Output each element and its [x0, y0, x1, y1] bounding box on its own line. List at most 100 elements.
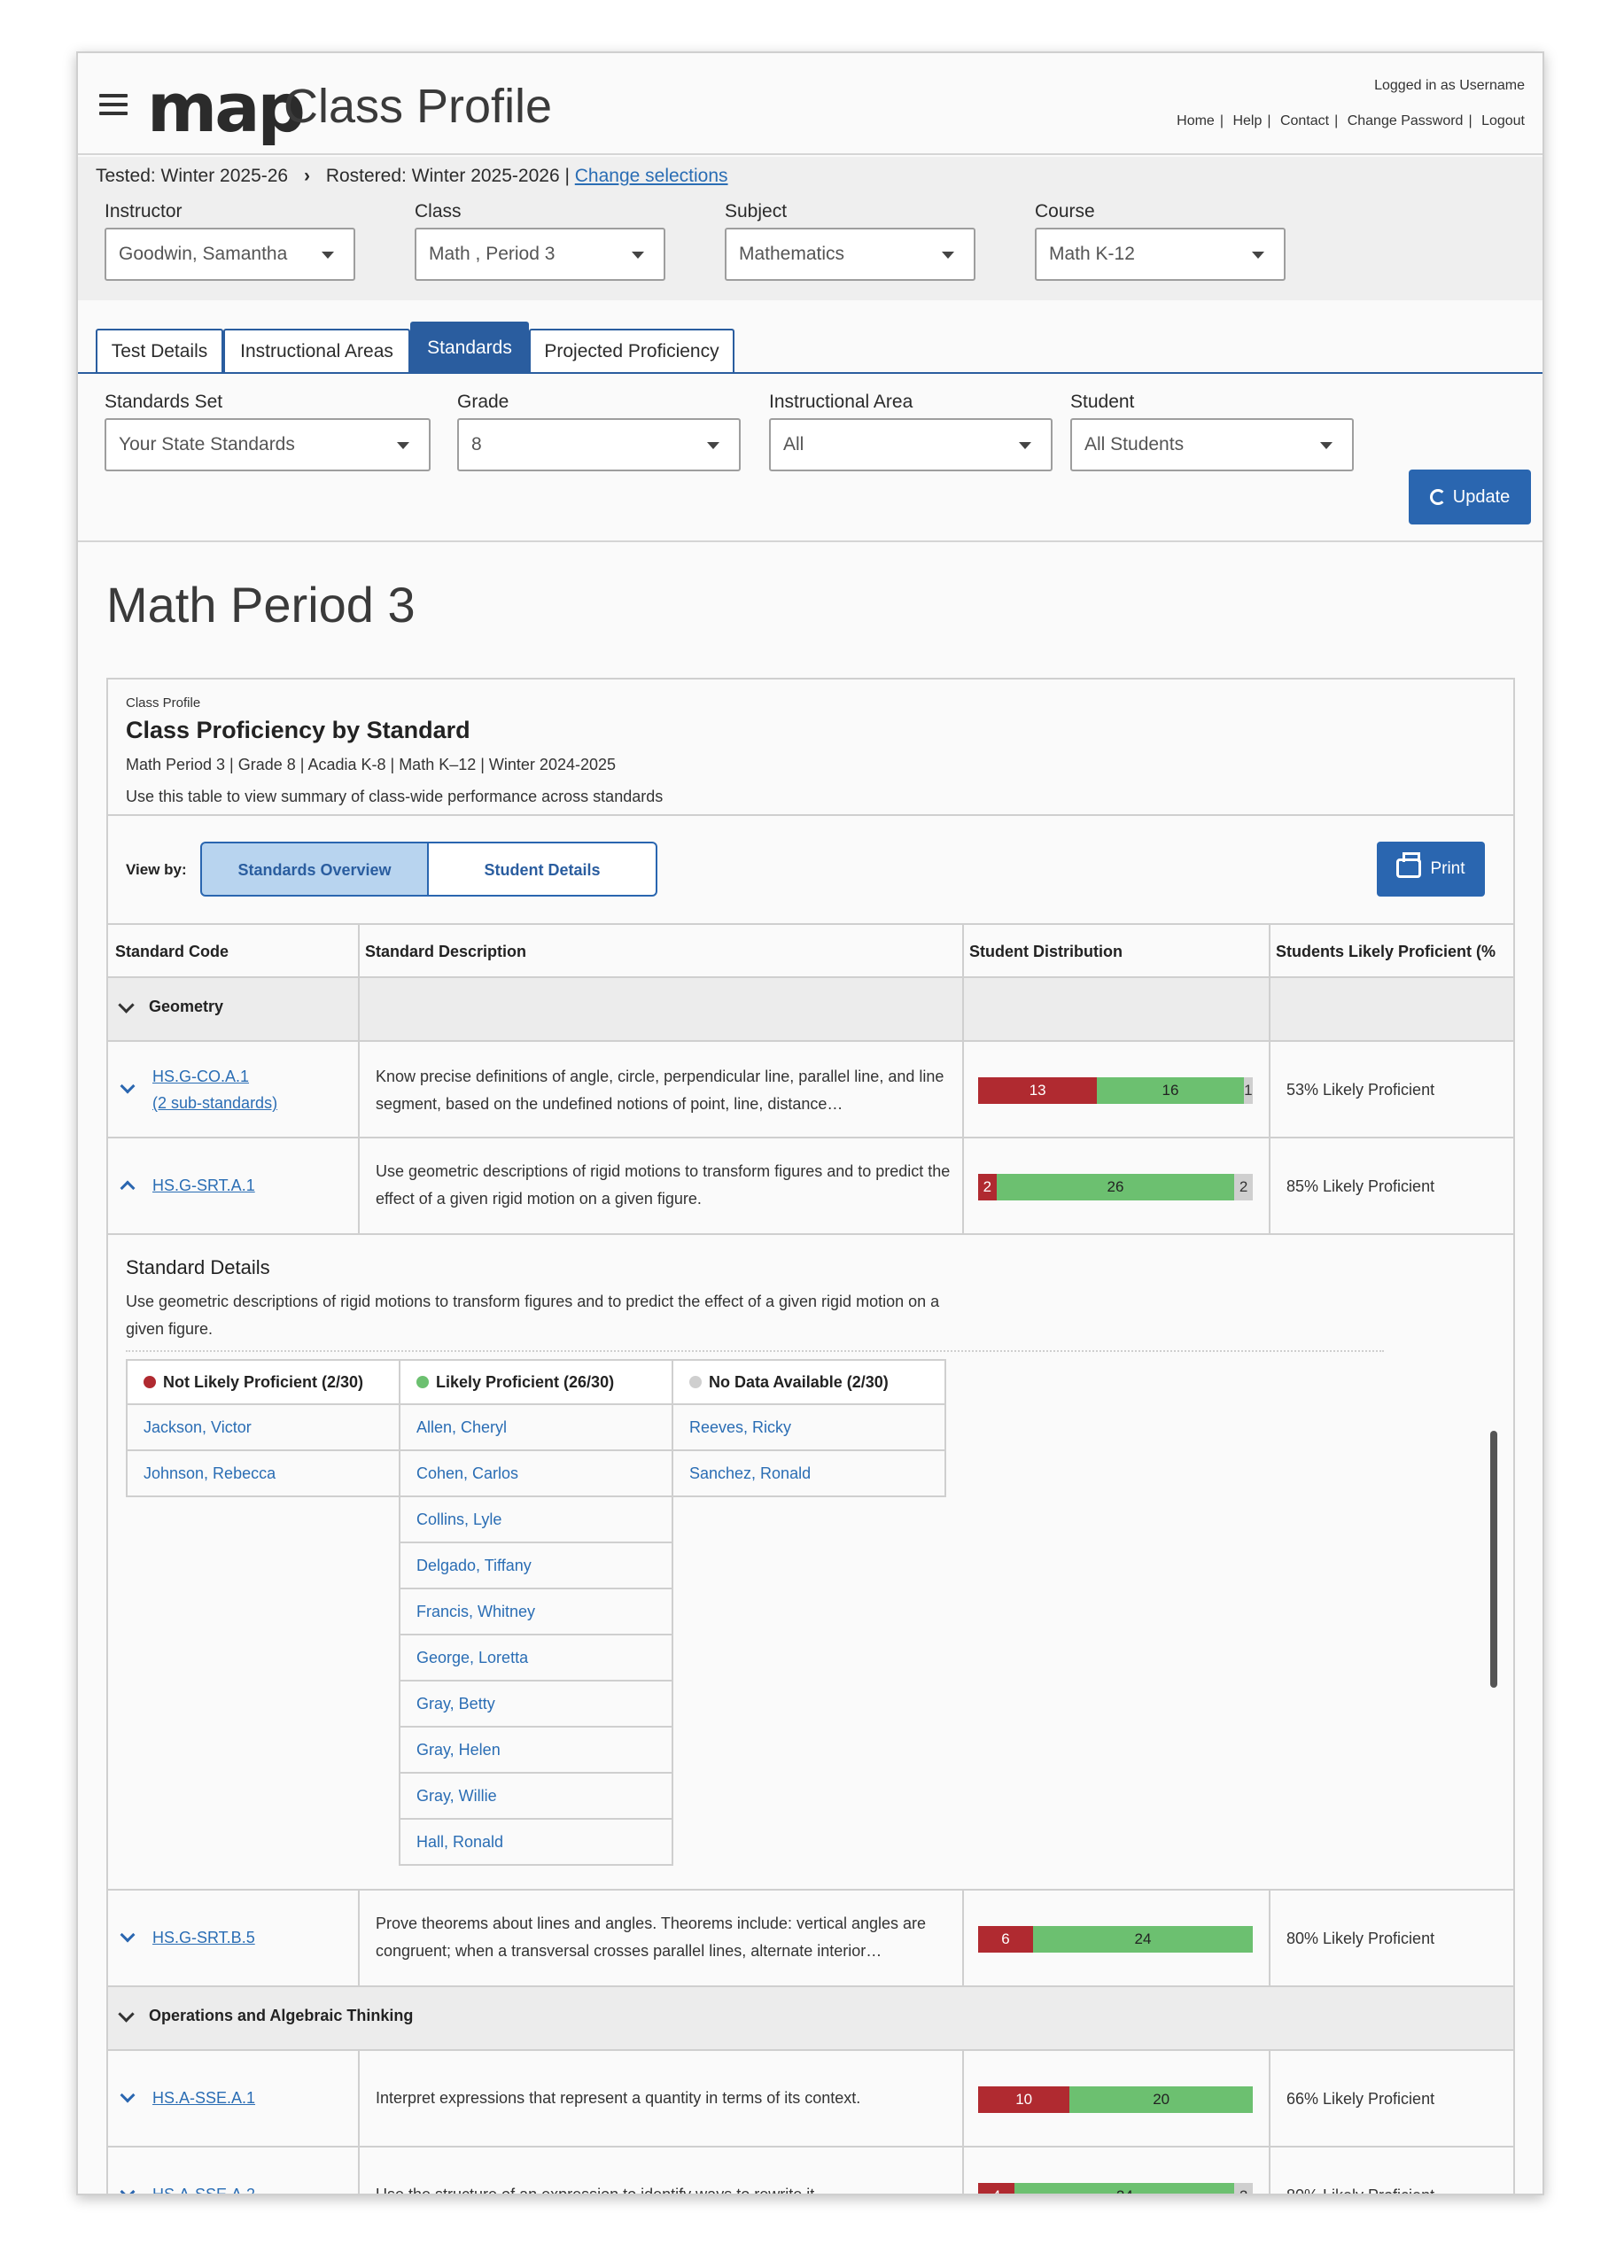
chevron-down-icon[interactable]	[120, 1927, 136, 1943]
instructional-area-label: Instructional Area	[769, 392, 913, 412]
refresh-icon	[1429, 489, 1446, 505]
likely-segment: 16	[1097, 1077, 1244, 1104]
link-change-password[interactable]: Change Password	[1348, 113, 1464, 128]
standard-description: Use the structure of an expression to id…	[376, 2186, 820, 2195]
chevron-right-icon: ›	[303, 166, 310, 186]
table-row: HS.G-SRT.A.1 Use geometric descriptions …	[108, 1138, 1513, 1235]
change-selections-link[interactable]: Change selections	[575, 166, 728, 186]
class-value: Math , Period 3	[429, 244, 556, 264]
link-help[interactable]: Help	[1232, 113, 1262, 128]
link-home[interactable]: Home	[1177, 113, 1215, 128]
student-link[interactable]: Johnson, Rebecca	[126, 1451, 400, 1497]
student-link[interactable]: Jackson, Victor	[126, 1405, 400, 1451]
not-likely-segment: 13	[978, 1077, 1098, 1104]
map-logo: map	[147, 68, 306, 147]
group-geometry[interactable]: Geometry	[108, 978, 1513, 1042]
student-link[interactable]: Sanchez, Ronald	[672, 1451, 946, 1497]
view-student-details-button[interactable]: Student Details	[429, 842, 657, 897]
student-link[interactable]: Gray, Betty	[399, 1682, 673, 1728]
sub-standards-link[interactable]: (2 sub-standards)	[152, 1094, 277, 1112]
student-link[interactable]: Reeves, Ricky	[672, 1405, 946, 1451]
likely-column: Likely Proficient (26/30) Allen, Cheryl …	[399, 1359, 673, 1866]
standards-set-value: Your State Standards	[119, 434, 295, 454]
student-link[interactable]: Allen, Cheryl	[399, 1405, 673, 1451]
red-dot-icon	[144, 1376, 156, 1388]
report-subtitle: Math Period 3 | Grade 8 | Acadia K-8 | M…	[126, 756, 617, 773]
column-divider	[962, 2051, 964, 2194]
view-by-label: View by:	[126, 861, 187, 878]
tab-instructional-areas[interactable]: Instructional Areas	[223, 329, 410, 373]
student-link[interactable]: Hall, Ronald	[399, 1820, 673, 1866]
no-data-segment: 2	[1234, 1174, 1253, 1200]
standards-set-field: Standards Set Your State Standards	[105, 392, 431, 471]
no-data-header: No Data Available (2/30)	[672, 1359, 946, 1405]
student-select[interactable]: All Students	[1070, 418, 1354, 471]
hamburger-menu-icon[interactable]	[99, 94, 128, 115]
link-logout[interactable]: Logout	[1481, 113, 1525, 128]
page-title: Math Period 3	[106, 577, 416, 633]
instructional-area-select[interactable]: All	[769, 418, 1053, 471]
scrollbar-thumb[interactable]	[1490, 1431, 1497, 1688]
print-button[interactable]: Print	[1377, 842, 1485, 897]
grey-dot-icon	[689, 1376, 702, 1388]
column-divider	[962, 923, 964, 1235]
student-link[interactable]: Francis, Whitney	[399, 1589, 673, 1635]
standard-code-link[interactable]: HS.A-SSE.A.1	[152, 2085, 255, 2111]
report-description: Use this table to view summary of class-…	[126, 788, 664, 805]
no-data-segment: 1	[1243, 1077, 1253, 1104]
not-likely-segment: 4	[978, 2183, 1015, 2194]
standard-code: HS.G-CO.A.1	[152, 1068, 250, 1085]
table-row: HS.A-SSE.A.2 Use the structure of an exp…	[108, 2148, 1513, 2195]
course-value: Math K-12	[1049, 244, 1135, 264]
standard-code-link[interactable]: HS.G-CO.A.1 (2 sub-standards)	[152, 1063, 277, 1116]
likely-proficient-pct: 66% Likely Proficient	[1286, 2090, 1435, 2108]
instructor-select[interactable]: Goodwin, Samantha	[105, 228, 355, 281]
student-link[interactable]: Collins, Lyle	[399, 1497, 673, 1543]
standard-code-link[interactable]: HS.A-SSE.A.2	[152, 2181, 255, 2194]
course-select[interactable]: Math K-12	[1035, 228, 1286, 281]
student-link[interactable]: Gray, Helen	[399, 1728, 673, 1774]
breadcrumb: Tested: Winter 2025-26 › Rostered: Winte…	[96, 166, 728, 187]
instructor-field: Instructor Goodwin, Samantha	[105, 201, 355, 281]
not-likely-segment: 10	[978, 2086, 1070, 2113]
standard-details-text: Use geometric descriptions of rigid moti…	[126, 1293, 940, 1338]
grade-select[interactable]: 8	[457, 418, 741, 471]
student-link[interactable]: Gray, Willie	[399, 1774, 673, 1820]
subject-label: Subject	[725, 201, 788, 221]
standard-code-link[interactable]: HS.G-SRT.A.1	[152, 1172, 255, 1199]
chevron-down-icon	[118, 2006, 135, 2023]
table-row: HS.A-SSE.A.1 Interpret expressions that …	[108, 2051, 1513, 2148]
chevron-down-icon[interactable]	[120, 1078, 136, 1094]
not-likely-column: Not Likely Proficient (2/30) Jackson, Vi…	[126, 1359, 400, 1497]
tab-standards[interactable]: Standards	[410, 322, 529, 373]
class-select[interactable]: Math , Period 3	[415, 228, 665, 281]
col-likely-proficient[interactable]: Students Likely Proficient (%	[1269, 925, 1496, 978]
subject-select[interactable]: Mathematics	[725, 228, 975, 281]
distribution-bar: 2 26 2	[978, 1174, 1253, 1200]
tab-test-details[interactable]: Test Details	[96, 329, 223, 373]
student-link[interactable]: George, Loretta	[399, 1635, 673, 1682]
divider	[108, 814, 1513, 816]
col-student-distribution[interactable]: Student Distribution	[962, 925, 1123, 978]
standards-set-select[interactable]: Your State Standards	[105, 418, 431, 471]
group-label: Operations and Algebraic Thinking	[149, 2007, 414, 2024]
col-standard-code[interactable]: Standard Code	[108, 925, 229, 978]
student-link[interactable]: Cohen, Carlos	[399, 1451, 673, 1497]
group-operations-algebraic-thinking[interactable]: Operations and Algebraic Thinking	[108, 1987, 1513, 2051]
course-field: Course Math K-12	[1035, 201, 1286, 281]
table-row: HS.G-SRT.B.5 Prove theorems about lines …	[108, 1891, 1513, 1987]
update-button[interactable]: Update	[1409, 470, 1531, 524]
chevron-down-icon[interactable]	[120, 2184, 136, 2194]
view-standards-overview-button[interactable]: Standards Overview	[200, 842, 429, 897]
standard-code-link[interactable]: HS.G-SRT.B.5	[152, 1924, 255, 1951]
chevron-down-icon[interactable]	[120, 2087, 136, 2103]
top-links: Home | Help | Contact | Change Password | Lo…	[1177, 113, 1525, 128]
standard-description: Use geometric descriptions of rigid moti…	[376, 1162, 951, 1208]
column-divider	[1269, 923, 1270, 1235]
instructional-area-value: All	[783, 434, 804, 454]
tab-projected-proficiency[interactable]: Projected Proficiency	[529, 329, 734, 373]
link-contact[interactable]: Contact	[1280, 113, 1329, 128]
col-standard-description[interactable]: Standard Description	[358, 925, 526, 978]
chevron-up-icon[interactable]	[120, 1180, 136, 1196]
student-link[interactable]: Delgado, Tiffany	[399, 1543, 673, 1589]
